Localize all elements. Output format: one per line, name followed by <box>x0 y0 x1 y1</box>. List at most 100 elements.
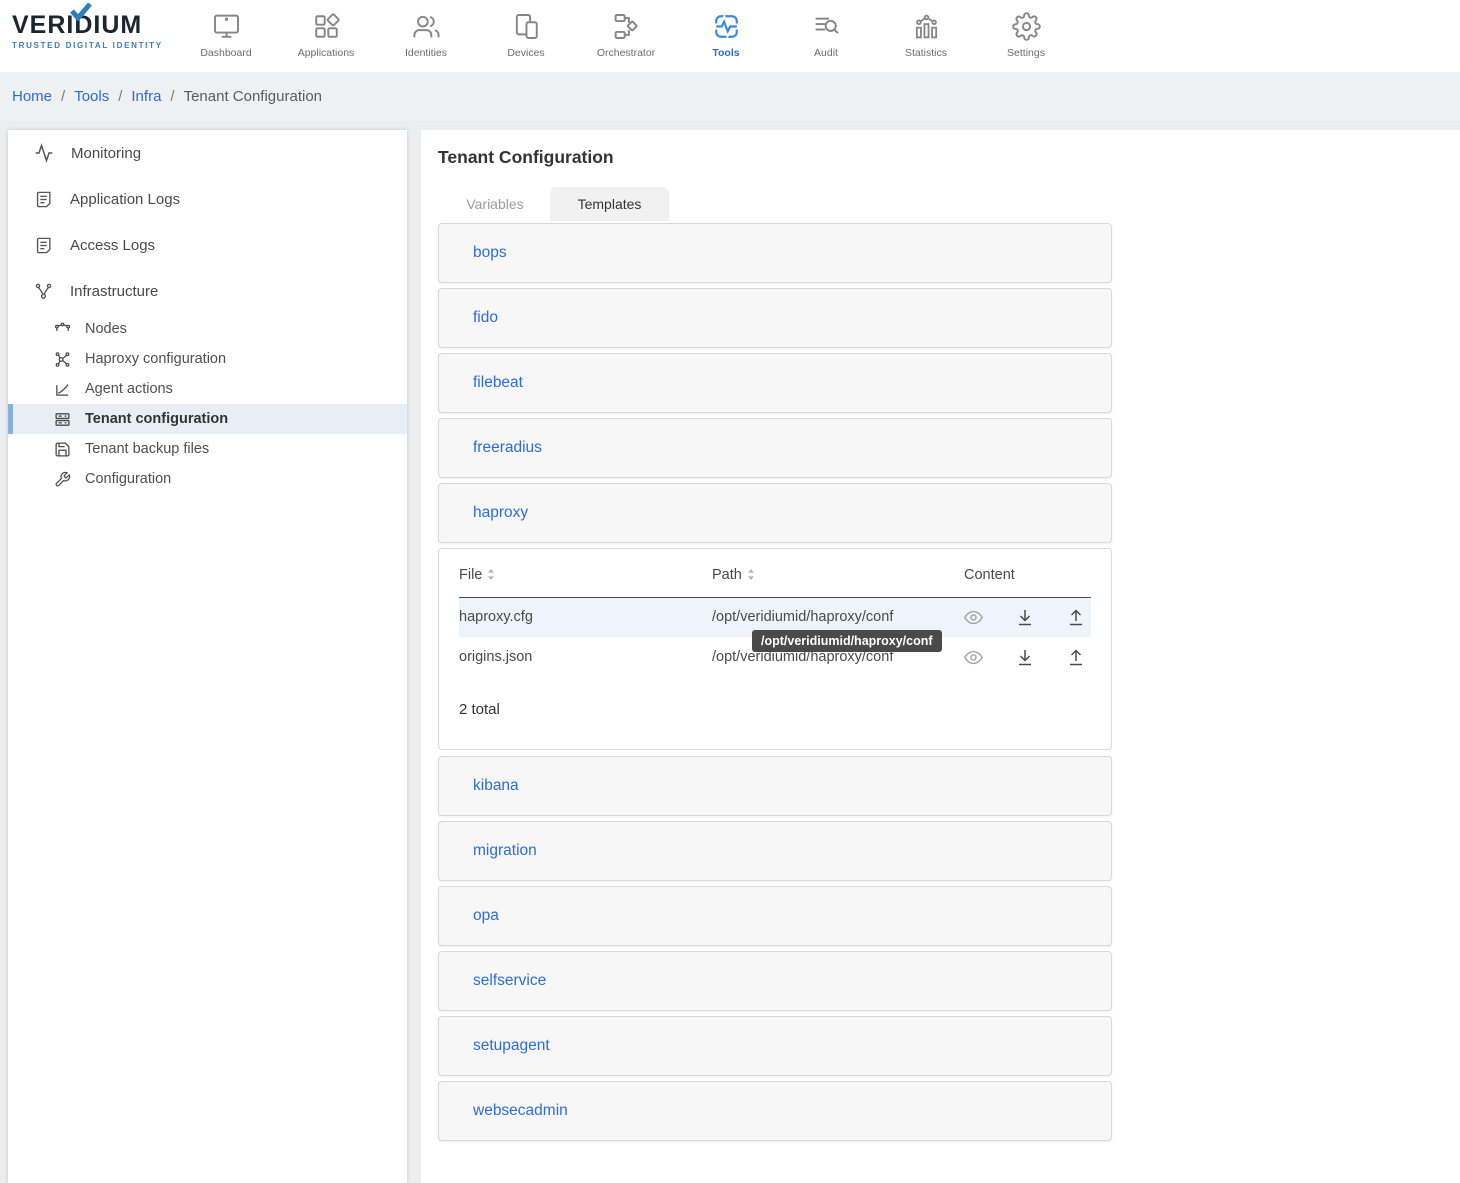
tenant-configuration-icon <box>54 411 71 428</box>
sidebar-item-tenant-configuration[interactable]: Tenant configuration <box>8 404 407 434</box>
nav-label: Dashboard <box>200 47 251 59</box>
sidebar-item-label: Access Logs <box>70 237 155 254</box>
nav-label: Applications <box>298 47 355 59</box>
panel-label: fido <box>473 309 498 327</box>
sidebar-item-monitoring[interactable]: Monitoring <box>8 130 407 176</box>
nav-item-tools[interactable]: Tools <box>676 0 776 59</box>
sidebar-item-label: Infrastructure <box>70 283 158 300</box>
breadcrumb-current: Tenant Configuration <box>184 88 322 105</box>
accordion-panel-fido[interactable]: fido <box>438 288 1112 348</box>
nav-item-settings[interactable]: Settings <box>976 0 1076 59</box>
sidebar-item-haproxy-configuration[interactable]: Haproxy configuration <box>8 344 407 374</box>
breadcrumb-separator: / <box>170 88 174 105</box>
audit-icon <box>812 10 841 42</box>
access-logs-icon <box>34 236 53 255</box>
panel-label: selfservice <box>473 972 546 990</box>
accordion-panel-migration[interactable]: migration <box>438 821 1112 881</box>
tools-icon <box>712 10 741 42</box>
accordion-panel-selfservice[interactable]: selfservice <box>438 951 1112 1011</box>
breadcrumb-separator: / <box>61 88 65 105</box>
column-header-label: Path <box>712 567 742 583</box>
orchestrator-icon <box>612 10 641 42</box>
identities-icon <box>412 10 441 42</box>
nav-item-statistics[interactable]: Statistics <box>876 0 976 59</box>
agent-actions-icon <box>54 381 71 398</box>
sidebar-item-agent-actions[interactable]: Agent actions <box>8 374 407 404</box>
download-button[interactable] <box>1016 608 1034 627</box>
sidebar-item-label: Tenant backup files <box>85 441 209 457</box>
sidebar-item-tenant-backup-files[interactable]: Tenant backup files <box>8 434 407 464</box>
upload-button[interactable] <box>1067 648 1085 667</box>
logo-subtitle: TRUSTED DIGITAL IDENTITY <box>12 41 166 50</box>
file-cell: haproxy.cfg <box>459 597 712 637</box>
nav-label: Audit <box>814 47 838 59</box>
top-navigation: VERIDIUM TRUSTED DIGITAL IDENTITY Dashbo… <box>0 0 1460 72</box>
nav-item-audit[interactable]: Audit <box>776 0 876 59</box>
column-header-file[interactable]: File <box>459 553 712 597</box>
nav-item-dashboard[interactable]: Dashboard <box>176 0 276 59</box>
sort-icon <box>747 568 755 581</box>
nav-label: Identities <box>405 47 447 59</box>
tabs: Variables Templates <box>440 187 1460 221</box>
column-header-label: File <box>459 567 482 583</box>
accordion-panel-freeradius[interactable]: freeradius <box>438 418 1112 478</box>
haproxy-expanded-content: File Path <box>438 548 1112 750</box>
nav-label: Settings <box>1007 47 1045 59</box>
page-title: Tenant Configuration <box>438 147 1460 168</box>
infrastructure-children: Nodes Haproxy configuration Agent action… <box>8 314 407 494</box>
accordion-panel-setupagent[interactable]: setupagent <box>438 1016 1112 1076</box>
nav-item-identities[interactable]: Identities <box>376 0 476 59</box>
sidebar-item-label: Application Logs <box>70 191 180 208</box>
breadcrumb: Home / Tools / Infra / Tenant Configurat… <box>0 72 1460 121</box>
panel-label: setupagent <box>473 1037 550 1055</box>
breadcrumb-infra[interactable]: Infra <box>131 88 161 105</box>
view-content-button[interactable] <box>964 648 983 667</box>
nav-label: Tools <box>712 47 739 59</box>
applications-icon <box>312 10 341 42</box>
sidebar-item-application-logs[interactable]: Application Logs <box>8 176 407 222</box>
nav-label: Orchestrator <box>597 47 655 59</box>
sidebar-item-infrastructure[interactable]: Infrastructure <box>8 268 407 314</box>
nav-item-orchestrator[interactable]: Orchestrator <box>576 0 676 59</box>
main-content: Tenant Configuration Variables Templates… <box>421 130 1460 1183</box>
accordion-panel-websecadmin[interactable]: websecadmin <box>438 1081 1112 1141</box>
sidebar-item-label: Nodes <box>85 321 127 337</box>
nodes-icon <box>54 321 71 338</box>
download-button[interactable] <box>1016 648 1034 667</box>
nav-item-applications[interactable]: Applications <box>276 0 376 59</box>
sidebar-item-configuration[interactable]: Configuration <box>8 464 407 494</box>
upload-button[interactable] <box>1067 608 1085 627</box>
accordion-panel-kibana[interactable]: kibana <box>438 756 1112 816</box>
nav-item-devices[interactable]: Devices <box>476 0 576 59</box>
panel-label: freeradius <box>473 439 542 457</box>
accordion-panel-haproxy[interactable]: haproxy <box>438 483 1112 543</box>
sidebar-item-label: Configuration <box>85 471 171 487</box>
breadcrumb-tools[interactable]: Tools <box>74 88 109 105</box>
panel-label: bops <box>473 244 507 262</box>
sidebar-item-label: Agent actions <box>85 381 173 397</box>
view-content-button[interactable] <box>964 608 983 627</box>
application-logs-icon <box>34 190 53 209</box>
breadcrumb-home[interactable]: Home <box>12 88 52 105</box>
column-header-path[interactable]: Path <box>712 553 964 597</box>
panel-label: migration <box>473 842 537 860</box>
logo[interactable]: VERIDIUM TRUSTED DIGITAL IDENTITY <box>12 12 166 50</box>
table-header-row: File Path <box>459 553 1091 597</box>
tenant-backup-files-icon <box>54 441 71 458</box>
panel-label: haproxy <box>473 504 528 522</box>
path-tooltip: /opt/veridiumid/haproxy/conf <box>752 630 942 652</box>
tab-variables[interactable]: Variables <box>440 187 550 221</box>
accordion-panel-bops[interactable]: bops <box>438 223 1112 283</box>
column-header-content: Content <box>964 553 1091 597</box>
sidebar-item-nodes[interactable]: Nodes <box>8 314 407 344</box>
tab-templates[interactable]: Templates <box>550 187 669 221</box>
accordion-panel-opa[interactable]: opa <box>438 886 1112 946</box>
sort-icon <box>487 568 495 581</box>
sidebar-item-label: Haproxy configuration <box>85 351 226 367</box>
panel-label: websecadmin <box>473 1102 568 1120</box>
haproxy-files-table: File Path <box>459 553 1091 677</box>
panel-label: kibana <box>473 777 519 795</box>
sidebar-item-access-logs[interactable]: Access Logs <box>8 222 407 268</box>
settings-icon <box>1012 10 1041 42</box>
accordion-panel-filebeat[interactable]: filebeat <box>438 353 1112 413</box>
